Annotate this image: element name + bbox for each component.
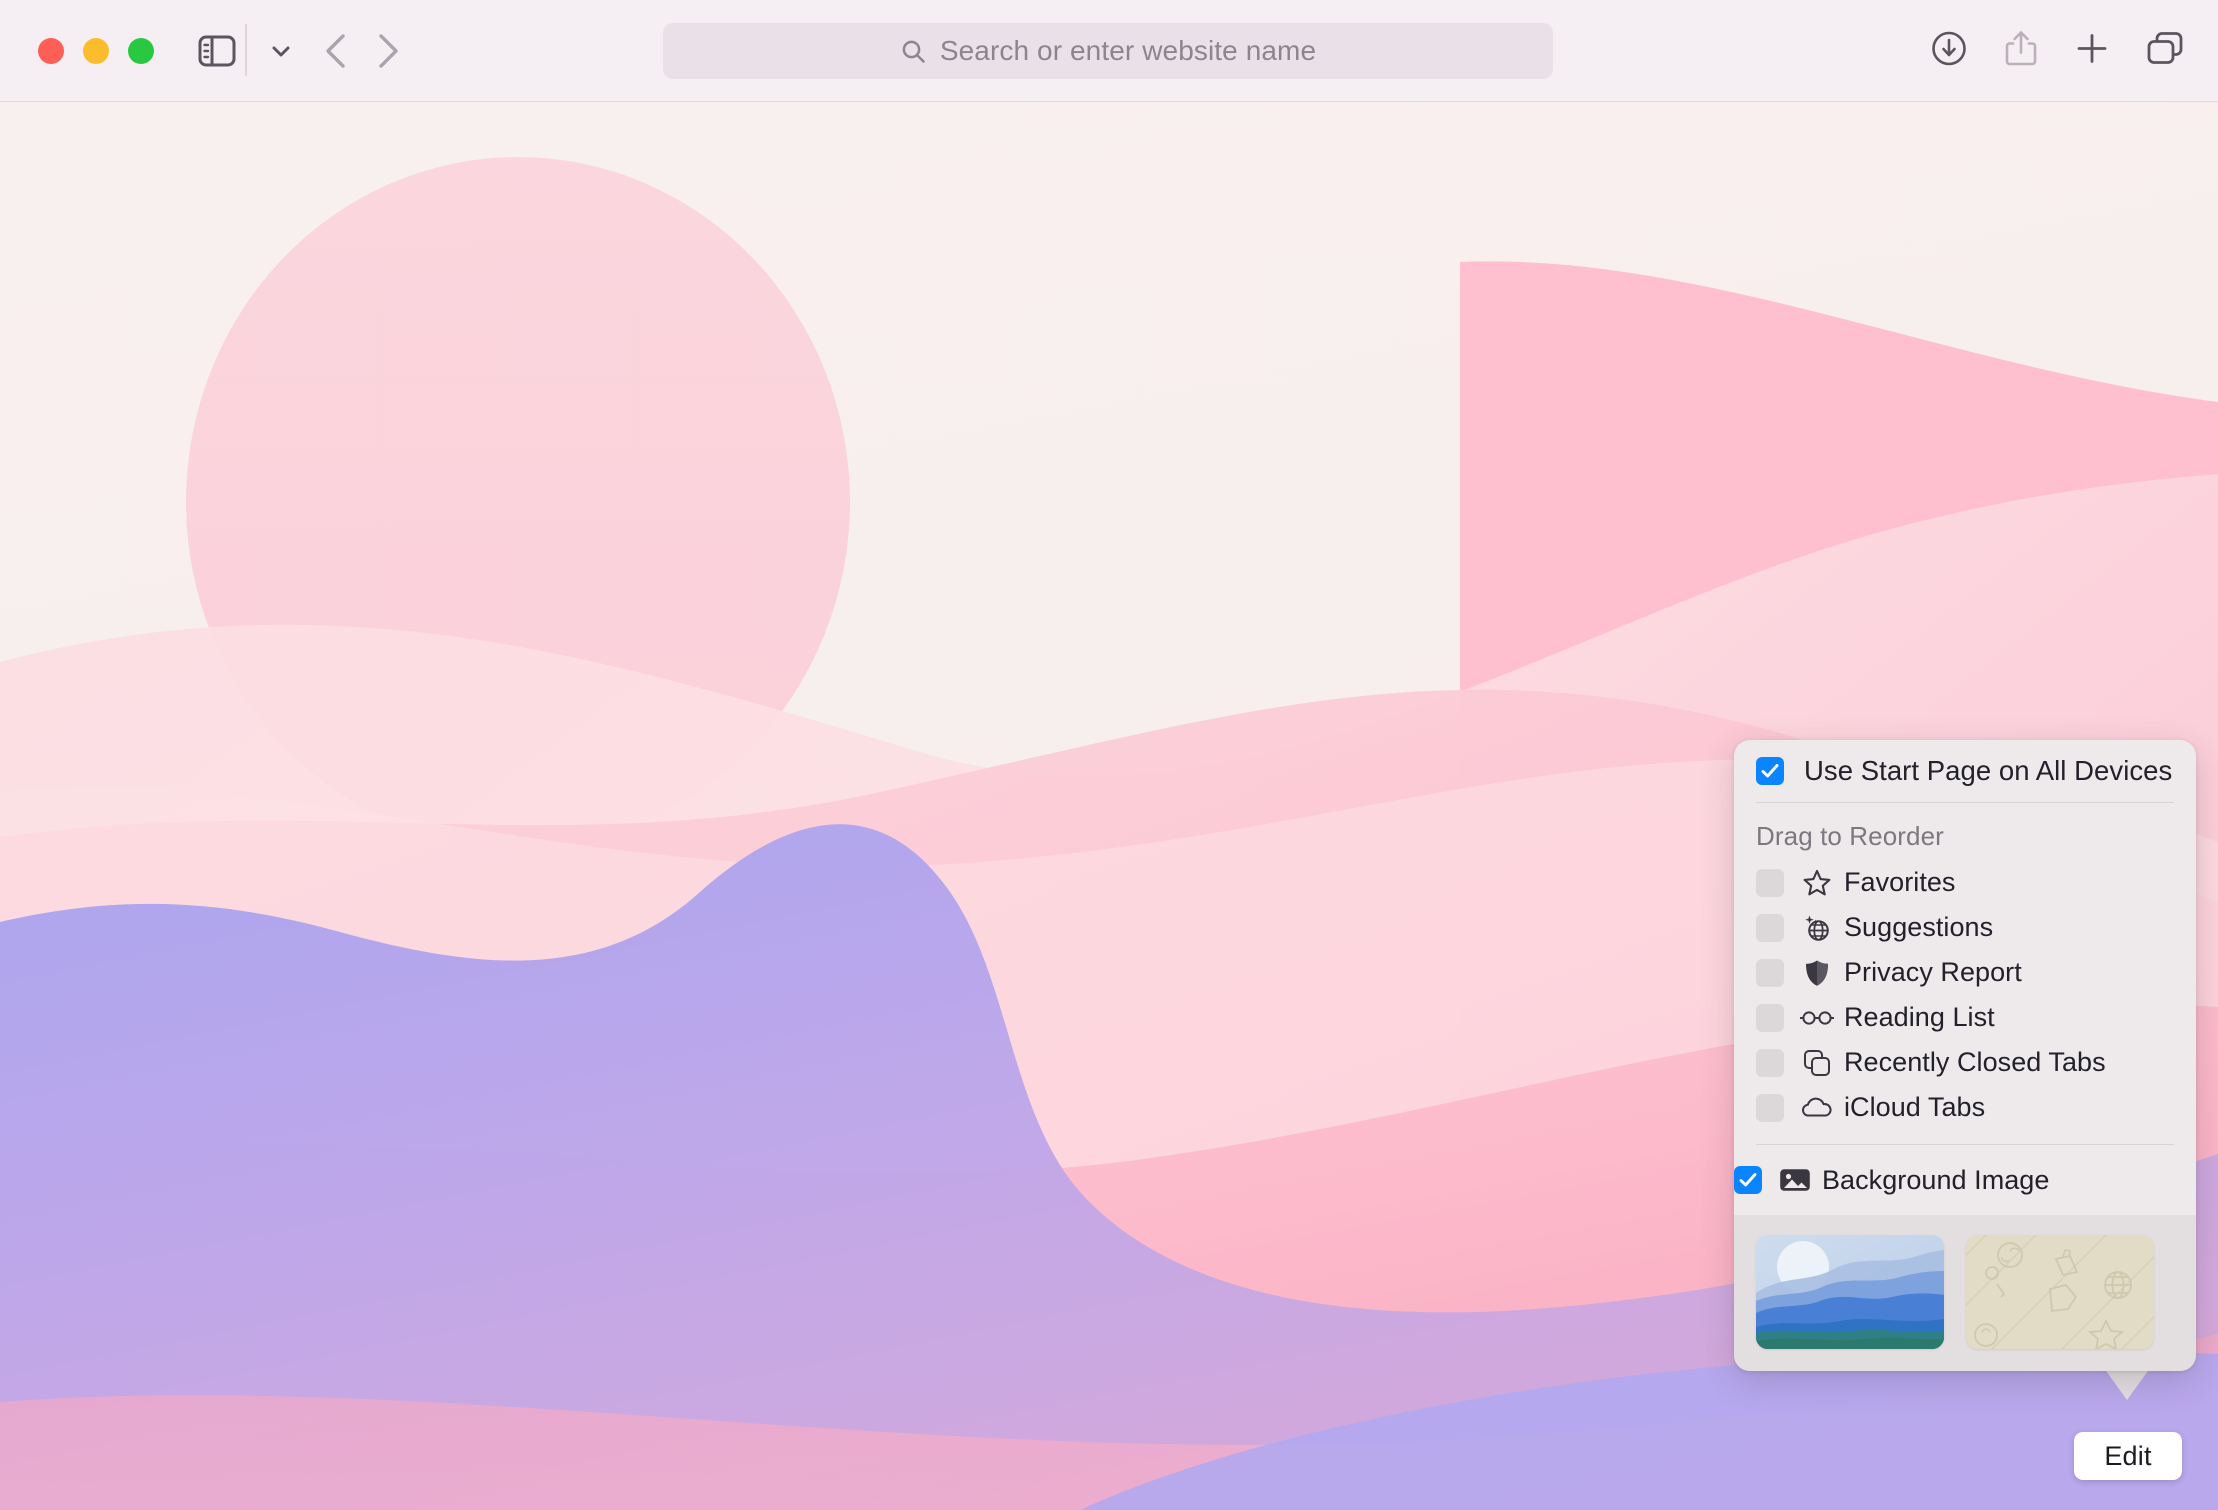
chevron-down-icon	[272, 46, 290, 56]
sync-section: Use Start Page on All Devices	[1734, 740, 2196, 802]
share-icon	[2005, 30, 2037, 65]
address-bar[interactable]: Search or enter website name	[663, 23, 1553, 79]
toolbar-divider	[245, 24, 247, 76]
section-row-privacy-report[interactable]: Privacy Report	[1756, 950, 2174, 995]
edit-button-label: Edit	[2104, 1440, 2152, 1471]
photo-icon	[1778, 1167, 1812, 1193]
download-circle-icon	[1932, 31, 1966, 65]
star-icon	[1800, 868, 1834, 898]
suggestions-label: Suggestions	[1844, 912, 1994, 942]
window-controls	[38, 37, 154, 64]
background-image-checkbox[interactable]	[1734, 1166, 1762, 1194]
sidebar-icon	[198, 35, 236, 66]
beige-pattern-wallpaper-thumbnail[interactable]	[1966, 1235, 2154, 1349]
tab-overview-icon	[2147, 31, 2183, 64]
section-list: Favorites Suggestions Privacy Report Rea…	[1734, 860, 2196, 1144]
background-image-section: Background Image	[1734, 1145, 2196, 1215]
minimize-button[interactable]	[83, 37, 109, 64]
drag-to-reorder-header: Drag to Reorder	[1756, 821, 1944, 851]
recently-closed-tabs-label: Recently Closed Tabs	[1844, 1047, 2106, 1077]
browser-toolbar: Search or enter website name	[0, 0, 2218, 102]
privacy-report-checkbox[interactable]	[1756, 958, 1784, 987]
address-bar-placeholder: Search or enter website name	[939, 35, 1317, 66]
checkmark-icon	[1761, 764, 1779, 778]
popover-tail	[2104, 1368, 2150, 1402]
edit-button[interactable]: Edit	[2074, 1432, 2182, 1480]
forward-button[interactable]	[372, 31, 402, 71]
start-page-sync-label: Use Start Page on All Devices	[1804, 755, 2173, 786]
section-row-icloud-tabs[interactable]: iCloud Tabs	[1756, 1085, 2174, 1130]
recently-closed-tabs-checkbox[interactable]	[1756, 1048, 1784, 1077]
wallpaper-thumbnail-strip	[1734, 1215, 2196, 1371]
glasses-icon	[1800, 1006, 1834, 1030]
tab-overview-button[interactable]	[2146, 30, 2184, 71]
chevron-left-icon	[326, 33, 345, 68]
sidebar-toggle-button[interactable]	[198, 35, 236, 67]
checkmark-icon	[1739, 1173, 1757, 1187]
favorites-label: Favorites	[1844, 867, 1956, 897]
start-page-sync-row[interactable]: Use Start Page on All Devices	[1756, 740, 2174, 802]
section-row-recently-closed-tabs[interactable]: Recently Closed Tabs	[1756, 1040, 2174, 1085]
toolbar-right-group	[1930, 28, 2184, 73]
start-page-customize-popover: Use Start Page on All Devices Drag to Re…	[1734, 740, 2196, 1371]
privacy-report-label: Privacy Report	[1844, 957, 2022, 987]
background-image-label: Background Image	[1822, 1164, 2050, 1195]
chevron-right-icon	[379, 33, 398, 68]
stacked-squares-icon	[1800, 1048, 1834, 1078]
section-row-favorites[interactable]: Favorites	[1756, 860, 2174, 905]
reading-list-checkbox[interactable]	[1756, 1003, 1784, 1032]
icloud-tabs-label: iCloud Tabs	[1844, 1092, 1986, 1122]
start-page-sync-checkbox[interactable]	[1756, 757, 1784, 785]
background-image-row[interactable]: Background Image	[1734, 1155, 2196, 1205]
icloud-tabs-checkbox[interactable]	[1756, 1093, 1784, 1122]
sparkle-globe-icon	[1800, 913, 1834, 943]
back-button[interactable]	[322, 31, 352, 71]
close-button[interactable]	[38, 37, 64, 64]
share-button[interactable]	[2004, 28, 2038, 73]
section-row-reading-list[interactable]: Reading List	[1756, 995, 2174, 1040]
favorites-checkbox[interactable]	[1756, 868, 1784, 897]
suggestions-checkbox[interactable]	[1756, 913, 1784, 942]
safari-window: Search or enter website name Use Start P…	[0, 0, 2218, 1510]
sidebar-options-button[interactable]	[268, 38, 294, 64]
mountains-wallpaper-thumbnail[interactable]	[1756, 1235, 1944, 1349]
downloads-button[interactable]	[1930, 29, 1968, 72]
plus-icon	[2077, 33, 2107, 63]
zoom-button[interactable]	[128, 37, 154, 64]
search-icon	[902, 40, 925, 63]
cloud-icon	[1800, 1096, 1834, 1120]
reading-list-label: Reading List	[1844, 1002, 1995, 1032]
section-row-suggestions[interactable]: Suggestions	[1756, 905, 2174, 950]
shield-icon	[1800, 958, 1834, 988]
new-tab-button[interactable]	[2074, 30, 2110, 71]
